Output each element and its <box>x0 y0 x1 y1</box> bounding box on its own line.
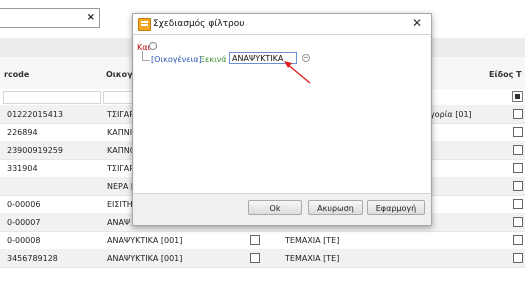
annotation-arrow <box>284 61 311 84</box>
annotation-arrow-line <box>286 63 311 84</box>
